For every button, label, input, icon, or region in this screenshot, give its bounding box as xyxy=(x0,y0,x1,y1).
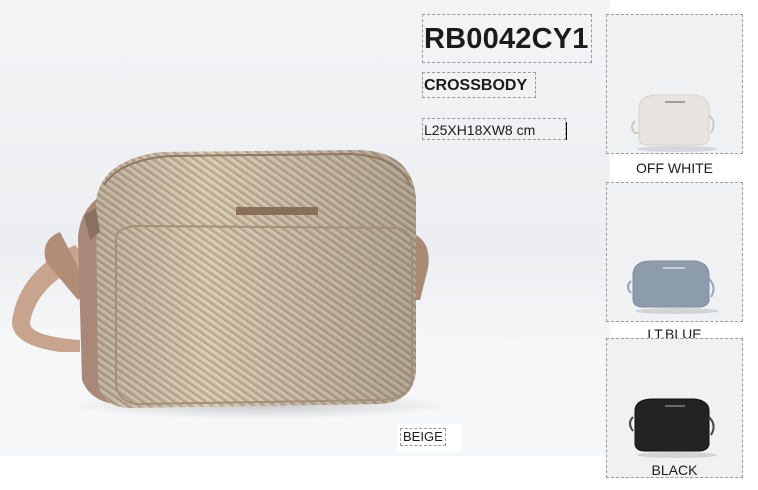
main-color-label-box: BEIGE xyxy=(397,424,462,452)
product-sku: RB0042CY1 xyxy=(422,14,592,63)
variant-image-lt-blue[interactable] xyxy=(606,182,743,322)
text-cursor xyxy=(566,122,567,140)
variant-image-black[interactable] xyxy=(606,338,743,478)
variant-label-off-white: OFF WHITE xyxy=(636,160,713,176)
variant-image-off-white[interactable] xyxy=(606,14,743,154)
product-dimensions: L25XH18XW8 cm xyxy=(422,118,566,140)
main-color-label: BEIGE xyxy=(400,428,446,446)
variant-label-black: BLACK xyxy=(651,462,698,478)
product-category: CROSSBODY xyxy=(422,72,536,98)
main-product-image xyxy=(0,0,610,456)
